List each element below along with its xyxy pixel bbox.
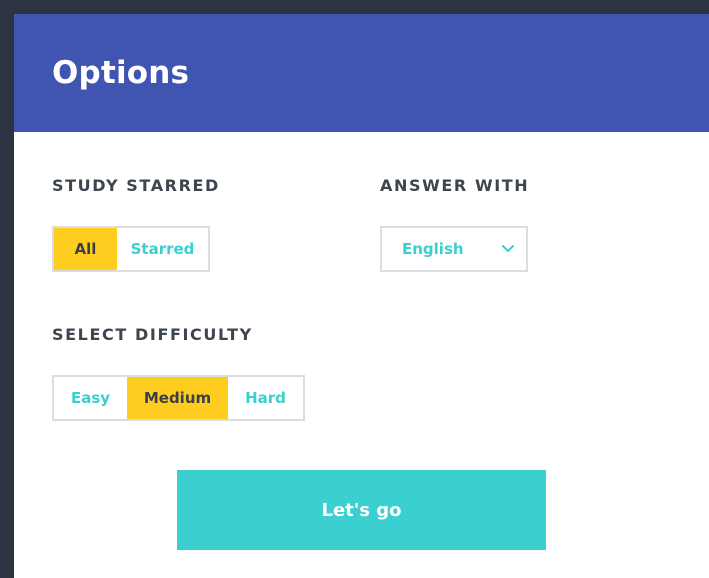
answer-with-label: ANSWER WITH [380,176,530,195]
difficulty-toggle: Easy Medium Hard [52,375,305,421]
study-starred-option[interactable]: Starred [117,228,208,270]
options-header: Options [14,14,709,132]
options-dialog: Options STUDY STARRED All Starred ANSWER… [14,14,709,578]
select-difficulty-label: SELECT DIFFICULTY [52,325,253,344]
lets-go-button[interactable]: Let's go [177,470,546,550]
chevron-down-icon [491,228,526,270]
page-title: Options [52,55,190,91]
answer-with-value: English [402,240,464,258]
study-all-option[interactable]: All [54,228,117,270]
difficulty-hard-option[interactable]: Hard [228,377,303,419]
study-starred-toggle: All Starred [52,226,210,272]
difficulty-easy-option[interactable]: Easy [54,377,127,419]
answer-with-dropdown[interactable]: English [380,226,528,272]
study-starred-label: STUDY STARRED [52,176,220,195]
difficulty-medium-option[interactable]: Medium [127,377,228,419]
